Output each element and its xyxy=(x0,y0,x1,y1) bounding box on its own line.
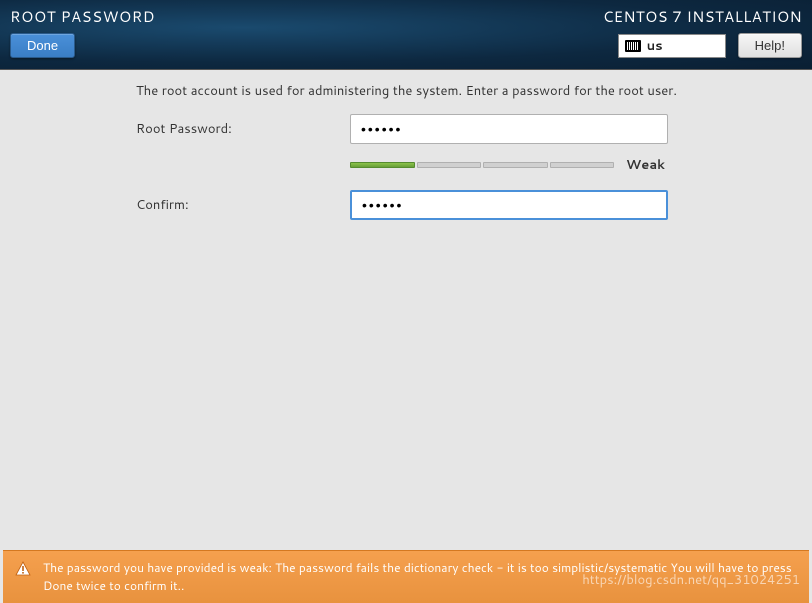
installer-title: CENTOS 7 INSTALLATION xyxy=(603,6,802,27)
done-button[interactable]: Done xyxy=(10,33,75,58)
password-row: Root Password: xyxy=(0,114,812,144)
confirm-row: Confirm: xyxy=(0,190,812,220)
confirm-label: Confirm: xyxy=(0,196,350,214)
help-button[interactable]: Help! xyxy=(738,33,802,58)
page-title: ROOT PASSWORD xyxy=(10,6,155,27)
header-bar: ROOT PASSWORD CENTOS 7 INSTALLATION Done… xyxy=(0,0,812,70)
instruction-text: The root account is used for administeri… xyxy=(136,82,812,100)
strength-row: Weak xyxy=(350,156,812,174)
strength-segment xyxy=(350,162,415,168)
confirm-password-input[interactable] xyxy=(350,190,668,220)
strength-segment xyxy=(483,162,548,168)
keyboard-icon xyxy=(625,40,641,52)
warning-icon xyxy=(15,561,31,577)
warning-bar: The password you have provided is weak: … xyxy=(3,550,809,603)
strength-segment xyxy=(550,162,615,168)
keyboard-layout-indicator[interactable]: us xyxy=(618,34,726,58)
button-row: Done us Help! xyxy=(10,33,802,58)
warning-text: The password you have provided is weak: … xyxy=(43,559,797,595)
password-strength-bar xyxy=(350,162,614,168)
password-label: Root Password: xyxy=(0,120,350,138)
title-row: ROOT PASSWORD CENTOS 7 INSTALLATION xyxy=(10,6,802,27)
keyboard-layout-label: us xyxy=(647,37,663,55)
strength-label: Weak xyxy=(626,156,665,174)
content-area: The root account is used for administeri… xyxy=(0,70,812,220)
root-password-input[interactable] xyxy=(350,114,668,144)
right-controls: us Help! xyxy=(618,33,802,58)
strength-segment xyxy=(417,162,482,168)
